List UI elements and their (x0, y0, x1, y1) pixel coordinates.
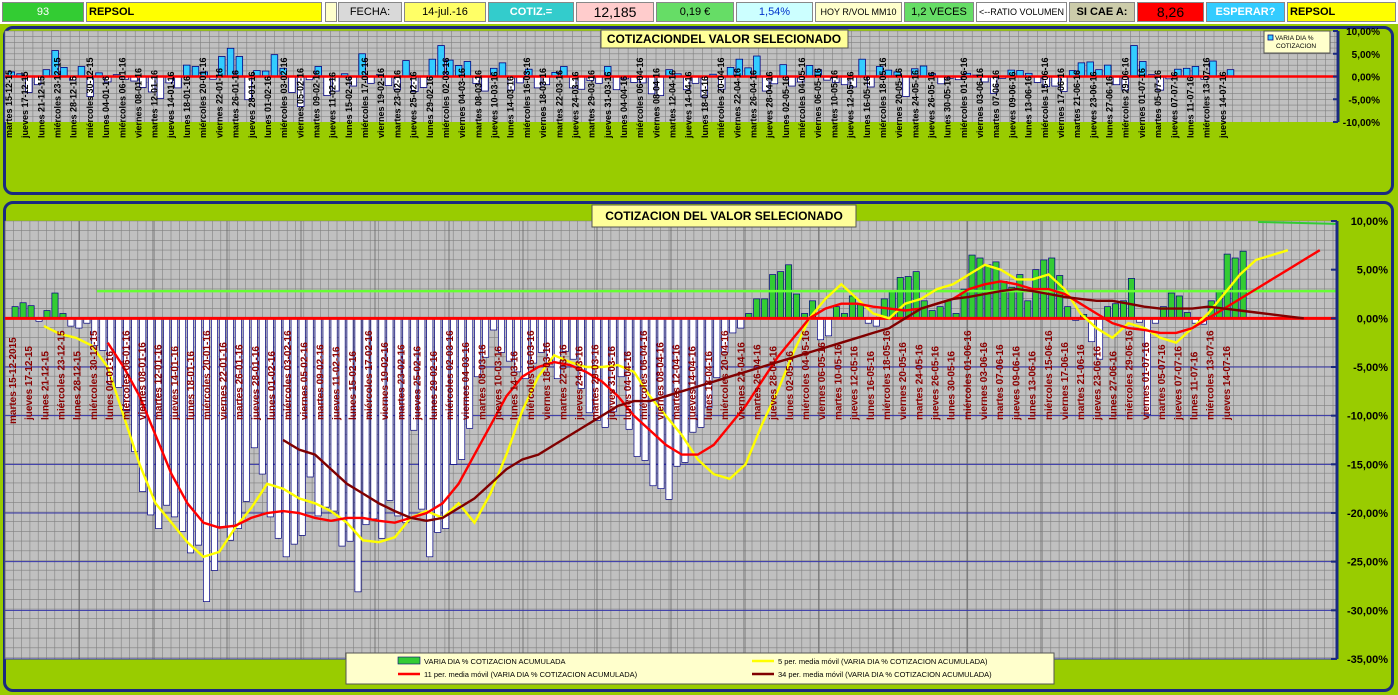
header-cell-13: 8,26 (1137, 2, 1204, 22)
header-cell-15: REPSOL (1287, 2, 1396, 22)
header-cell-8: 1,54% (736, 2, 813, 22)
header-cell-14: ESPERAR? (1206, 2, 1285, 22)
header-cell-2 (325, 2, 337, 22)
header-cell-7: 0,19 € (656, 2, 734, 22)
header-cell-5: COTIZ.= (488, 2, 574, 22)
header-cell-11: <--RATIO VOLUMEN (976, 2, 1067, 22)
main-panel (3, 201, 1394, 692)
header-cell-9: HOY R/VOL MM10 (815, 2, 902, 22)
header-cell-10: 1,2 VECES (904, 2, 974, 22)
header-cell-0: 93 (2, 2, 84, 22)
header-cell-1: REPSOL (86, 2, 322, 22)
header-bar: 93 REPSOL FECHA: 14-jul.-16 COTIZ.= 12,185 0,1… (0, 0, 1398, 24)
header-cell-4: 14-jul.-16 (404, 2, 486, 22)
header-cell-6: 12,185 (576, 2, 654, 22)
header-cell-3: FECHA: (338, 2, 402, 22)
top-panel (3, 26, 1394, 195)
header-cell-12: SI CAE A: (1069, 2, 1135, 22)
